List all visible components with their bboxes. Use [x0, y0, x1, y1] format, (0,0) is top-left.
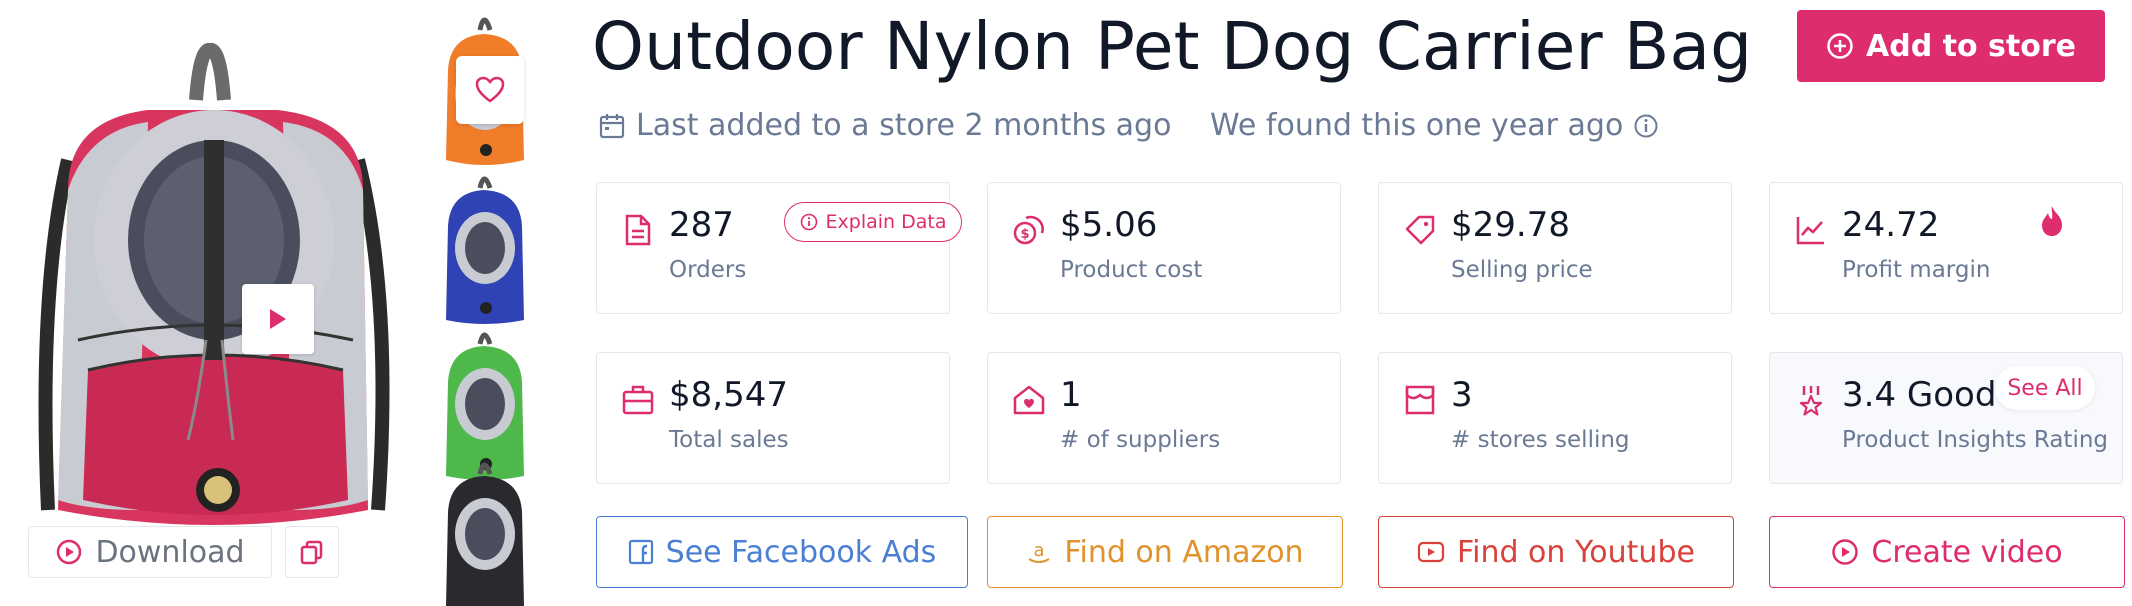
found-info: We found this one year ago [1210, 108, 1659, 143]
trend-icon [1796, 217, 1824, 245]
award-icon [1799, 386, 1823, 416]
favorite-button[interactable] [456, 56, 524, 124]
copy-icon [300, 540, 323, 565]
stat-card-suppliers: 1 # of suppliers [987, 352, 1341, 484]
product-title: Outdoor Nylon Pet Dog Carrier Bag [592, 8, 1753, 85]
play-icon [270, 309, 286, 329]
copy-button[interactable] [285, 526, 339, 578]
info-icon[interactable] [1633, 113, 1659, 139]
add-to-store-button[interactable]: Add to store [1797, 10, 2105, 82]
home-heart-icon [1013, 385, 1045, 415]
see-facebook-ads-label: See Facebook Ads [665, 534, 937, 570]
stat-card-profit-margin: 24.72 Profit margin [1769, 182, 2123, 314]
found-text: We found this one year ago [1210, 108, 1624, 143]
see-all-button[interactable]: See All [1995, 366, 2095, 410]
amazon-icon: a [1028, 540, 1050, 563]
info-icon [800, 213, 817, 231]
selling-price-value: $29.78 [1451, 205, 1570, 245]
find-on-amazon-label: Find on Amazon [1064, 534, 1304, 570]
find-on-youtube-label: Find on Youtube [1457, 534, 1695, 570]
last-added-text: Last added to a store 2 months ago [636, 108, 1172, 143]
stat-card-selling-price: $29.78 Selling price [1378, 182, 1732, 314]
document-icon [625, 214, 651, 246]
stat-card-stores-selling: 3 # stores selling [1378, 352, 1732, 484]
facebook-icon [628, 539, 653, 565]
plus-circle-icon [1827, 33, 1853, 59]
stores-selling-label: # stores selling [1451, 427, 1630, 453]
heart-icon [475, 76, 505, 103]
main-product-image [28, 40, 398, 540]
play-video-button[interactable] [242, 284, 314, 354]
play-circle-icon [1832, 539, 1859, 565]
see-facebook-ads-button[interactable]: See Facebook Ads [596, 516, 968, 588]
svg-text:$: $ [1020, 227, 1029, 242]
tag-icon [1405, 215, 1435, 245]
stat-card-total-sales: $8,547 Total sales [596, 352, 950, 484]
explain-data-button[interactable]: Explain Data [784, 202, 962, 242]
insights-rating-label: Product Insights Rating [1842, 427, 2109, 453]
flame-icon [2042, 206, 2062, 236]
stat-card-product-cost: $ $5.06 Product cost [987, 182, 1341, 314]
total-sales-label: Total sales [669, 427, 789, 453]
last-added-info: Last added to a store 2 months ago [598, 108, 1171, 143]
total-sales-value: $8,547 [669, 375, 788, 415]
coins-icon: $ [1013, 215, 1044, 245]
store-icon [1405, 385, 1435, 415]
svg-text:a: a [1034, 540, 1045, 561]
find-on-amazon-button[interactable]: a Find on Amazon [987, 516, 1343, 588]
find-on-youtube-button[interactable]: Find on Youtube [1378, 516, 1734, 588]
create-video-label: Create video [1871, 534, 2063, 570]
insights-rating-value: 3.4 Good [1842, 375, 1997, 415]
stores-selling-value: 3 [1451, 375, 1473, 415]
youtube-icon [1417, 541, 1445, 563]
create-video-button[interactable]: Create video [1769, 516, 2125, 588]
explain-data-label: Explain Data [825, 211, 947, 233]
add-to-store-label: Add to store [1866, 28, 2076, 64]
thumbnail-blue[interactable] [436, 170, 534, 326]
orders-value: 287 [669, 205, 734, 245]
thumbnail-black[interactable] [436, 456, 534, 606]
product-cost-label: Product cost [1060, 257, 1203, 283]
product-cost-value: $5.06 [1060, 205, 1158, 245]
profit-margin-label: Profit margin [1842, 257, 1991, 283]
download-label: Download [95, 534, 245, 570]
briefcase-icon [622, 385, 654, 415]
play-circle-icon [57, 539, 82, 565]
profit-margin-value: 24.72 [1842, 205, 1940, 245]
download-button[interactable]: Download [28, 526, 272, 578]
calendar-icon [599, 113, 625, 138]
orders-label: Orders [669, 257, 747, 283]
suppliers-value: 1 [1060, 375, 1082, 415]
selling-price-label: Selling price [1451, 257, 1593, 283]
suppliers-label: # of suppliers [1060, 427, 1221, 453]
